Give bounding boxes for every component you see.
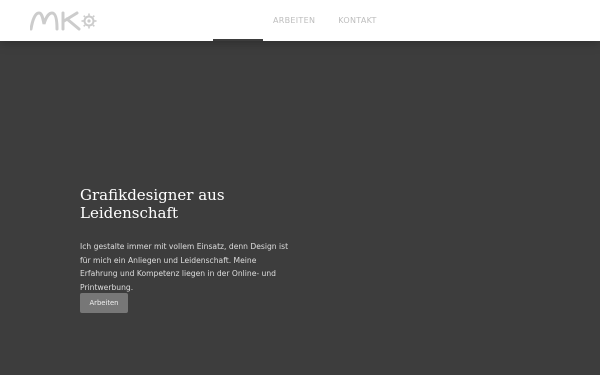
arbeiten-button[interactable]: Arbeiten <box>80 293 128 313</box>
hero-section: Grafikdesigner aus Leidenschaft Ich gest… <box>80 186 295 313</box>
top-navbar: MK ARBEITEN KONTAKT <box>0 0 600 41</box>
hero-description: Ich gestalte immer mit vollem Einsatz, d… <box>80 242 289 292</box>
main-nav: ARBEITEN KONTAKT <box>273 16 400 25</box>
nav-link-arbeiten[interactable]: ARBEITEN <box>273 16 315 25</box>
hero-title: Grafikdesigner aus Leidenschaft <box>80 186 225 222</box>
mk-logo[interactable]: MK <box>30 11 110 31</box>
nav-link-kontakt[interactable]: KONTAKT <box>338 16 376 25</box>
active-nav-indicator <box>213 39 263 41</box>
